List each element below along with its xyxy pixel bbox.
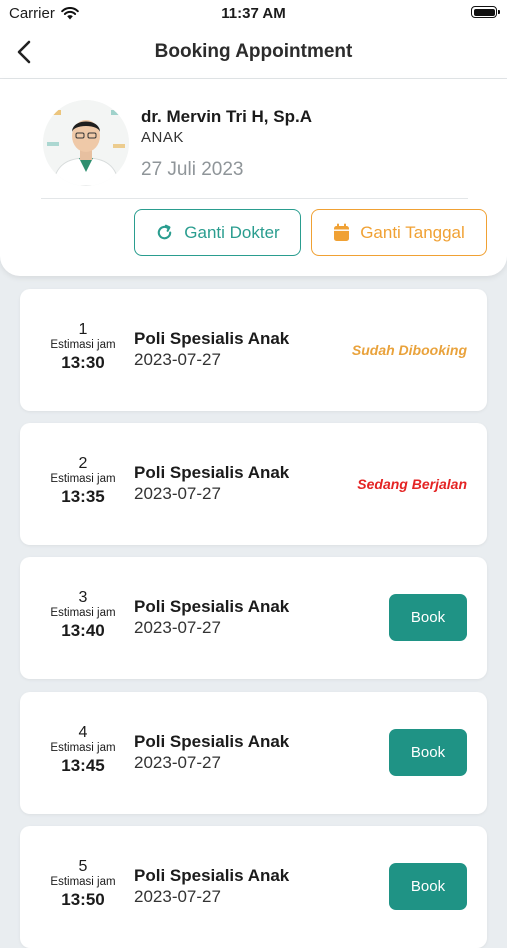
estimate-label: Estimasi jam <box>50 473 116 485</box>
slot-card: 1 Estimasi jam 13:30 Poli Spesialis Anak… <box>20 289 487 411</box>
poli-name: Poli Spesialis Anak <box>134 597 290 616</box>
doctor-specialty: ANAK <box>141 129 184 146</box>
poli-name: Poli Spesialis Anak <box>134 329 290 348</box>
poli-name: Poli Spesialis Anak <box>134 866 290 885</box>
status-time: 11:37 AM <box>221 5 286 22</box>
nav-bar: Booking Appointment <box>0 28 507 79</box>
slot-number-block: 1 Estimasi jam 13:30 <box>42 321 124 373</box>
book-button[interactable]: Book <box>389 729 467 776</box>
slot-date: 2023-07-27 <box>134 618 221 637</box>
estimate-time: 13:30 <box>61 353 105 372</box>
estimate-label: Estimasi jam <box>50 876 116 888</box>
calendar-icon <box>334 223 350 241</box>
slot-card: 5 Estimasi jam 13:50 Poli Spesialis Anak… <box>20 826 487 948</box>
slot-number: 5 <box>78 858 88 875</box>
doctor-photo <box>43 100 129 186</box>
slot-number: 1 <box>78 321 88 338</box>
estimate-label: Estimasi jam <box>50 742 116 754</box>
estimate-label: Estimasi jam <box>50 607 116 619</box>
slot-number-block: 4 Estimasi jam 13:45 <box>42 724 124 776</box>
doctor-card: dr. Mervin Tri H, Sp.A ANAK 27 Juli 2023… <box>0 79 507 276</box>
change-doctor-button[interactable]: Ganti Dokter <box>134 209 301 256</box>
refresh-icon <box>158 224 172 240</box>
slot-number-block: 3 Estimasi jam 13:40 <box>42 589 124 641</box>
estimate-time: 13:45 <box>61 756 105 775</box>
slot-number: 2 <box>78 455 88 472</box>
status-right <box>471 6 500 18</box>
status-label: Sedang Berjalan <box>357 476 467 492</box>
slot-card: 4 Estimasi jam 13:45 Poli Spesialis Anak… <box>20 692 487 814</box>
slot-date: 2023-07-27 <box>134 484 221 503</box>
slot-date: 2023-07-27 <box>134 753 221 772</box>
change-doctor-label: Ganti Dokter <box>184 222 280 242</box>
slot-date: 2023-07-27 <box>134 350 221 369</box>
slot-number-block: 5 Estimasi jam 13:50 <box>42 858 124 910</box>
poli-name: Poli Spesialis Anak <box>134 732 290 751</box>
status-bar: Carrier 11:37 AM <box>0 0 507 28</box>
divider <box>41 198 468 199</box>
slot-number-block: 2 Estimasi jam 13:35 <box>42 455 124 507</box>
change-date-button[interactable]: Ganti Tanggal <box>311 209 487 256</box>
appointment-date: 27 Juli 2023 <box>141 159 244 180</box>
status-label: Sudah Dibooking <box>351 342 467 358</box>
battery-icon <box>471 6 500 18</box>
book-button[interactable]: Book <box>389 594 467 641</box>
slot-number: 4 <box>78 724 88 741</box>
change-date-label: Ganti Tanggal <box>360 222 465 242</box>
poli-name: Poli Spesialis Anak <box>134 463 290 482</box>
doctor-name: dr. Mervin Tri H, Sp.A <box>141 107 312 126</box>
slot-number: 3 <box>78 589 88 606</box>
page-title: Booking Appointment <box>154 41 353 62</box>
book-button[interactable]: Book <box>389 863 467 910</box>
slot-card: 2 Estimasi jam 13:35 Poli Spesialis Anak… <box>20 423 487 545</box>
slot-date: 2023-07-27 <box>134 887 221 906</box>
estimate-time: 13:40 <box>61 621 105 640</box>
slot-card: 3 Estimasi jam 13:40 Poli Spesialis Anak… <box>20 557 487 679</box>
estimate-time: 13:35 <box>61 487 105 506</box>
doctor-avatar <box>43 100 129 186</box>
estimate-label: Estimasi jam <box>50 339 116 351</box>
